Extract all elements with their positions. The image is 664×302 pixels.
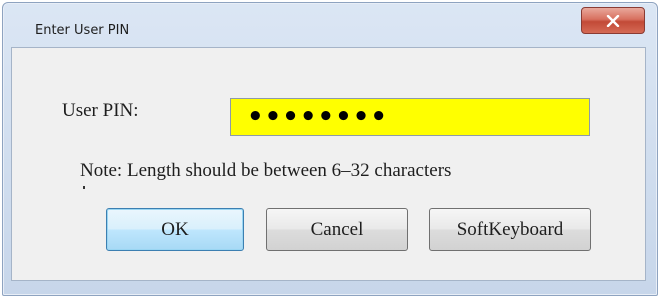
pin-dialog: Enter User PIN User PIN: •••••••• Note: …	[2, 2, 658, 296]
cancel-button[interactable]: Cancel	[266, 208, 408, 251]
close-x-icon	[606, 14, 620, 27]
dialog-title: Enter User PIN	[35, 23, 130, 38]
softkeyboard-button[interactable]: SoftKeyboard	[429, 208, 591, 251]
ok-button[interactable]: OK	[106, 208, 244, 251]
dialog-body: User PIN: •••••••• Note: Length should b…	[11, 47, 646, 281]
pin-length-note: Note: Length should be between 6–32 char…	[80, 160, 452, 181]
note-underline-mark	[83, 186, 85, 189]
close-button[interactable]	[581, 7, 645, 34]
title-bar[interactable]: Enter User PIN	[3, 3, 657, 43]
user-pin-input[interactable]: ••••••••	[230, 98, 590, 136]
user-pin-label: User PIN:	[62, 100, 139, 121]
